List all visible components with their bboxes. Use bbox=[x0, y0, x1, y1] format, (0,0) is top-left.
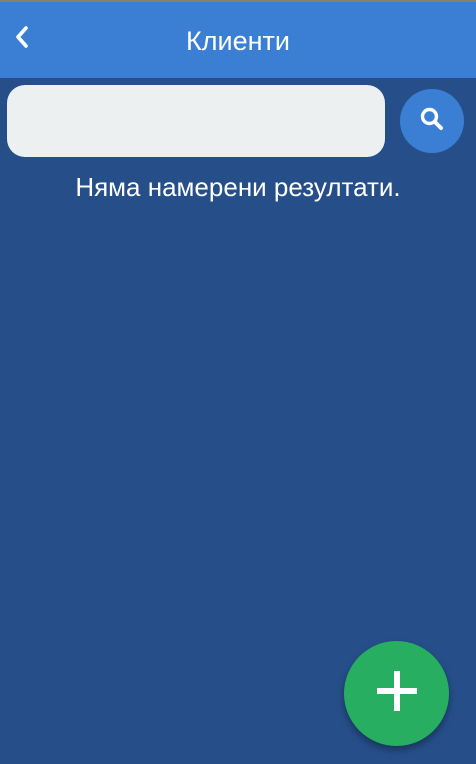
empty-results-message: Няма намерени резултати. bbox=[75, 172, 401, 202]
search-icon bbox=[418, 105, 446, 138]
app-header: Клиенти bbox=[0, 0, 476, 78]
search-button[interactable] bbox=[400, 89, 464, 153]
add-client-button[interactable] bbox=[344, 641, 449, 746]
clients-screen: Клиенти Няма намерени резултати. bbox=[0, 0, 476, 764]
plus-icon bbox=[374, 668, 420, 719]
page-title: Клиенти bbox=[186, 26, 290, 56]
search-input[interactable] bbox=[7, 85, 385, 157]
